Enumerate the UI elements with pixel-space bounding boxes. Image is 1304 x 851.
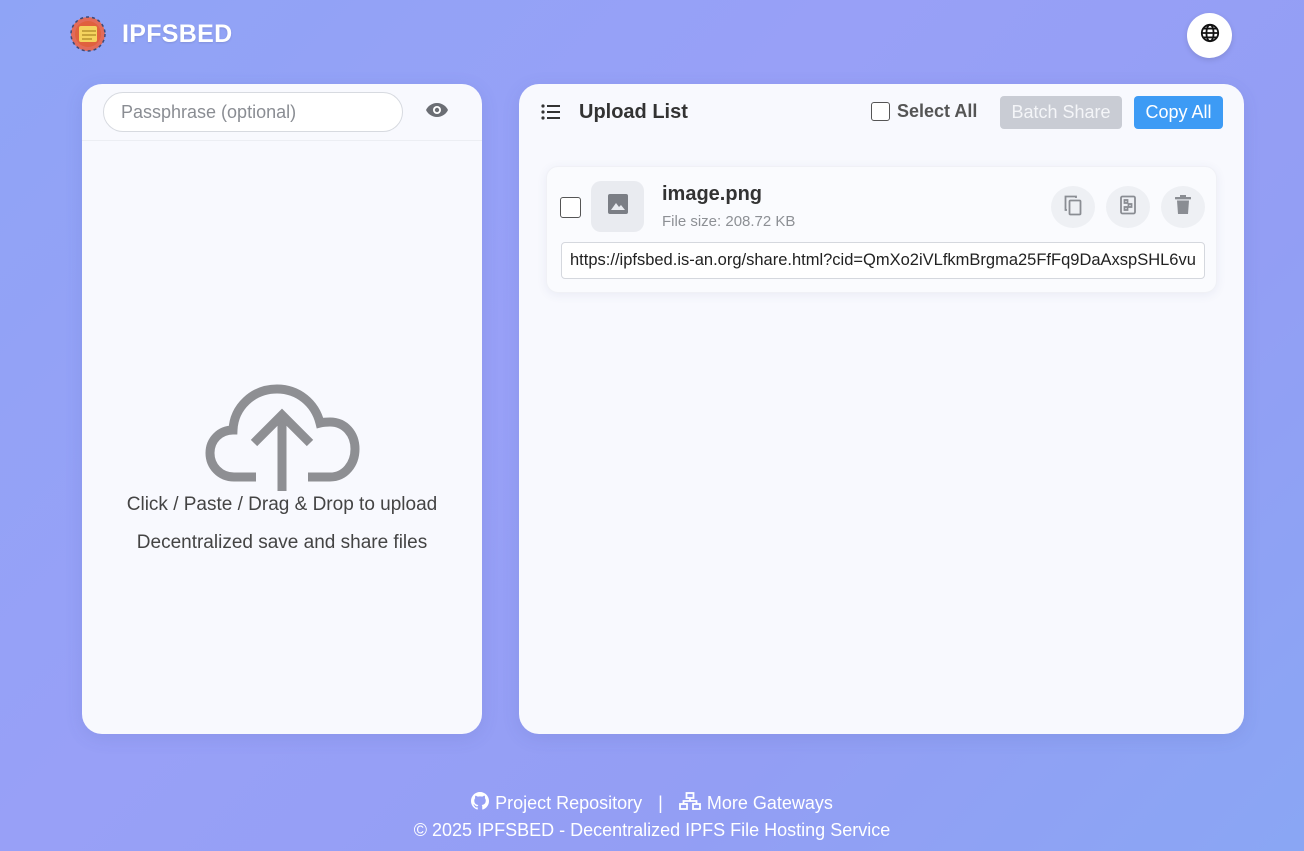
globe-icon xyxy=(1200,23,1220,48)
share-icon xyxy=(1119,195,1137,220)
upload-list-panel: Upload List Select All Batch Share Copy … xyxy=(519,84,1244,734)
delete-button[interactable] xyxy=(1161,186,1205,228)
footer-links: Project Repository | More Gateways xyxy=(0,792,1304,815)
toggle-visibility-button[interactable] xyxy=(423,98,451,126)
select-all-checkbox[interactable]: Select All xyxy=(871,101,977,122)
upload-tagline: Decentralized save and share files xyxy=(136,532,428,553)
copy-icon xyxy=(1063,194,1083,221)
project-repository-link[interactable]: Project Repository xyxy=(471,792,642,815)
copy-link-button[interactable] xyxy=(1051,186,1095,228)
footer-separator: | xyxy=(658,793,663,813)
repo-label: Project Repository xyxy=(495,793,643,813)
upload-panel: Click / Paste / Drag & Drop to upload De… xyxy=(82,84,482,734)
upload-instruction: Click / Paste / Drag & Drop to upload xyxy=(126,494,438,515)
share-url-field[interactable] xyxy=(561,242,1205,279)
file-name: image.png xyxy=(662,183,763,205)
image-icon xyxy=(607,193,629,220)
cloud-upload-icon xyxy=(204,373,360,496)
list-icon xyxy=(541,103,561,126)
more-gateways-link[interactable]: More Gateways xyxy=(678,792,833,815)
checkbox[interactable] xyxy=(871,102,890,121)
gateways-label: More Gateways xyxy=(706,793,833,813)
trash-icon xyxy=(1175,195,1191,219)
file-item: image.png File size: 208.72 KB xyxy=(546,166,1217,293)
github-icon xyxy=(471,792,490,815)
passphrase-row xyxy=(82,84,482,141)
file-select-checkbox[interactable] xyxy=(560,197,581,218)
language-button[interactable] xyxy=(1187,13,1232,58)
app-logo[interactable]: IPFSBED xyxy=(68,14,232,54)
eye-icon xyxy=(425,102,449,123)
upload-list-title: Upload List xyxy=(579,101,688,123)
network-icon xyxy=(678,792,701,815)
ipfs-logo-icon xyxy=(68,14,108,54)
passphrase-input[interactable] xyxy=(103,92,403,132)
copyright-text: © 2025 IPFSBED - Decentralized IPFS File… xyxy=(413,820,891,840)
batch-share-button[interactable]: Batch Share xyxy=(1000,96,1122,129)
select-all-label: Select All xyxy=(897,101,978,121)
share-button[interactable] xyxy=(1106,186,1150,228)
drop-zone[interactable]: Click / Paste / Drag & Drop to upload De… xyxy=(82,141,482,734)
image-thumbnail xyxy=(591,181,644,232)
file-size: File size: 208.72 KB xyxy=(662,213,796,230)
copy-all-button[interactable]: Copy All xyxy=(1134,96,1223,129)
app-title: IPFSBED xyxy=(122,19,233,48)
